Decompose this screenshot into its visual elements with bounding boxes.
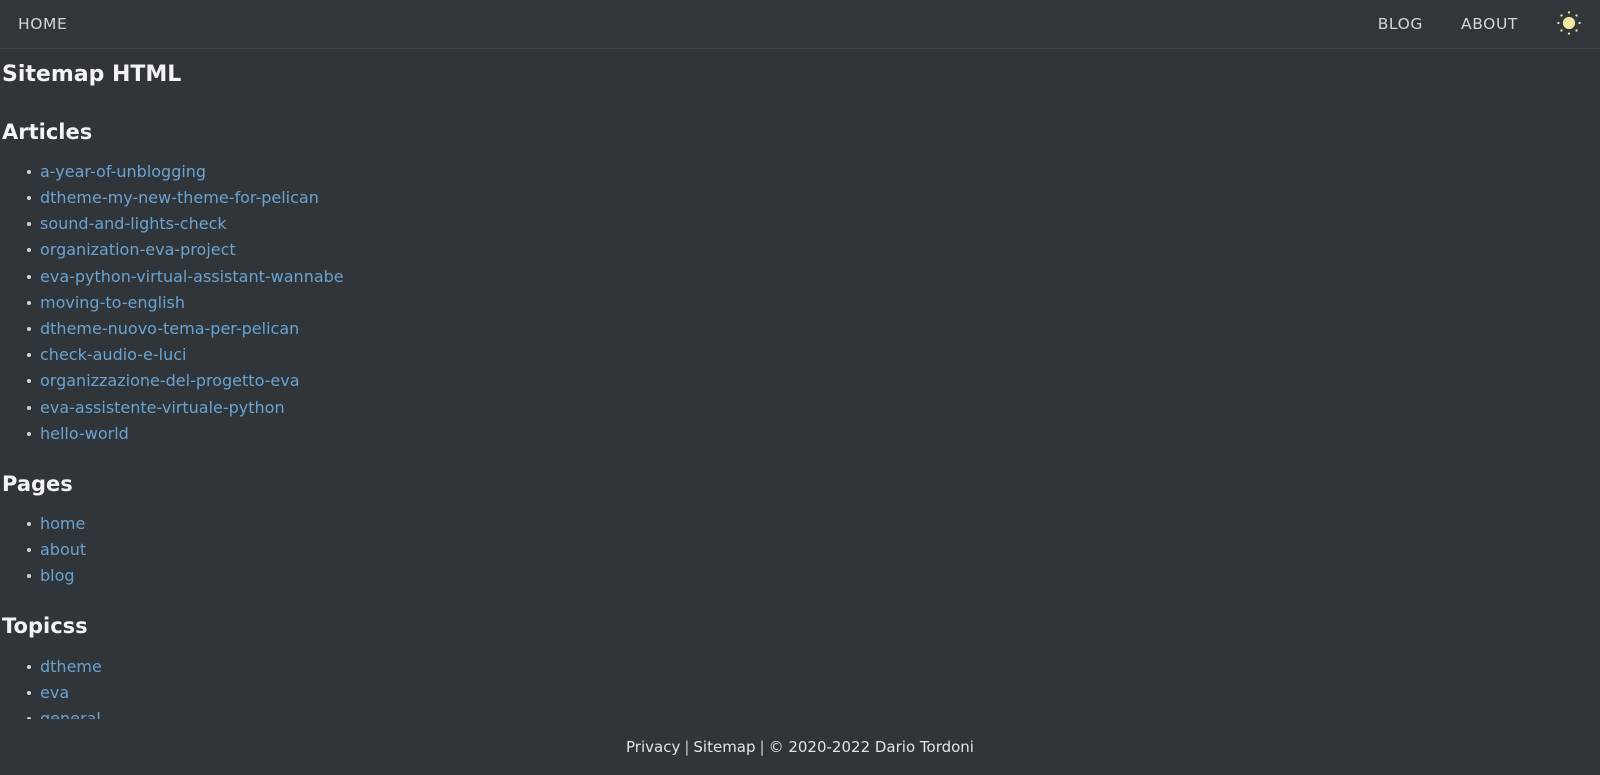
list-item: dtheme-nuovo-tema-per-pelican xyxy=(27,321,1600,337)
sun-icon xyxy=(1555,9,1583,40)
list-item: home xyxy=(27,516,1600,532)
nav-link-about[interactable]: ABOUT xyxy=(1457,13,1522,35)
page-link[interactable]: blog xyxy=(40,566,75,585)
main-content: Sitemap HTML Articles a-year-of-unbloggi… xyxy=(0,61,1600,727)
section-heading-pages: Pages xyxy=(2,471,73,496)
section-articles: Articles a-year-of-unblogging dtheme-my-… xyxy=(0,119,1600,442)
nav-link-blog[interactable]: BLOG xyxy=(1374,13,1427,35)
page-link[interactable]: about xyxy=(40,540,86,559)
list-item: organization-eva-project xyxy=(27,242,1600,258)
article-link[interactable]: dtheme-nuovo-tema-per-pelican xyxy=(40,319,299,338)
list-item: dtheme-my-new-theme-for-pelican xyxy=(27,190,1600,206)
primary-nav-left: HOME xyxy=(14,13,71,35)
section-heading-articles: Articles xyxy=(2,119,93,144)
list-item: about xyxy=(27,542,1600,558)
topic-link[interactable]: dtheme xyxy=(40,657,102,676)
article-link[interactable]: hello-world xyxy=(40,424,129,443)
footer-link-sitemap[interactable]: Sitemap xyxy=(693,738,755,756)
list-item: moving-to-english xyxy=(27,293,1600,312)
article-link[interactable]: check-audio-e-luci xyxy=(40,345,186,364)
list-item: blog xyxy=(27,568,1600,584)
article-link[interactable]: organizzazione-del-progetto-eva xyxy=(40,371,300,390)
footer-link-privacy[interactable]: Privacy xyxy=(626,738,680,756)
section-heading-topics: Topicss xyxy=(2,614,88,639)
articles-list: a-year-of-unblogging dtheme-my-new-theme… xyxy=(0,162,1600,443)
article-link[interactable]: eva-assistente-virtuale-python xyxy=(40,398,285,417)
list-item: a-year-of-unblogging xyxy=(27,162,1600,181)
footer-separator: | xyxy=(684,738,690,756)
footer-separator: | xyxy=(759,738,765,756)
list-item: eva xyxy=(27,683,1600,702)
list-item: dtheme xyxy=(27,657,1600,676)
topic-link[interactable]: eva xyxy=(40,683,69,702)
section-pages: Pages home about blog xyxy=(0,471,1600,585)
page-link[interactable]: home xyxy=(40,514,85,533)
list-item: organizzazione-del-progetto-eva xyxy=(27,373,1600,389)
topics-list: dtheme eva general xyxy=(0,657,1600,727)
site-footer: Privacy | Sitemap | © 2020-2022 Dario To… xyxy=(0,719,1600,775)
article-link[interactable]: eva-python-virtual-assistant-wannabe xyxy=(40,267,344,286)
footer-copyright: © 2020-2022 Dario Tordoni xyxy=(768,738,974,756)
list-item: eva-python-virtual-assistant-wannabe xyxy=(27,267,1600,286)
list-item: eva-assistente-virtuale-python xyxy=(27,398,1600,417)
article-link[interactable]: dtheme-my-new-theme-for-pelican xyxy=(40,188,319,207)
article-link[interactable]: a-year-of-unblogging xyxy=(40,162,206,181)
nav-link-home[interactable]: HOME xyxy=(14,13,71,35)
article-link[interactable]: organization-eva-project xyxy=(40,240,236,259)
primary-nav-right: BLOG ABOUT xyxy=(1344,7,1586,41)
list-item: check-audio-e-luci xyxy=(27,347,1600,363)
theme-toggle-button[interactable] xyxy=(1552,7,1586,41)
list-item: sound-and-lights-check xyxy=(27,216,1600,232)
section-topics: Topicss dtheme eva general xyxy=(0,613,1600,727)
pages-list: home about blog xyxy=(0,516,1600,584)
list-item: hello-world xyxy=(27,424,1600,443)
article-link[interactable]: sound-and-lights-check xyxy=(40,214,227,233)
page-title: Sitemap HTML xyxy=(2,62,182,87)
site-header: HOME BLOG ABOUT xyxy=(0,0,1600,49)
article-link[interactable]: moving-to-english xyxy=(40,293,185,312)
